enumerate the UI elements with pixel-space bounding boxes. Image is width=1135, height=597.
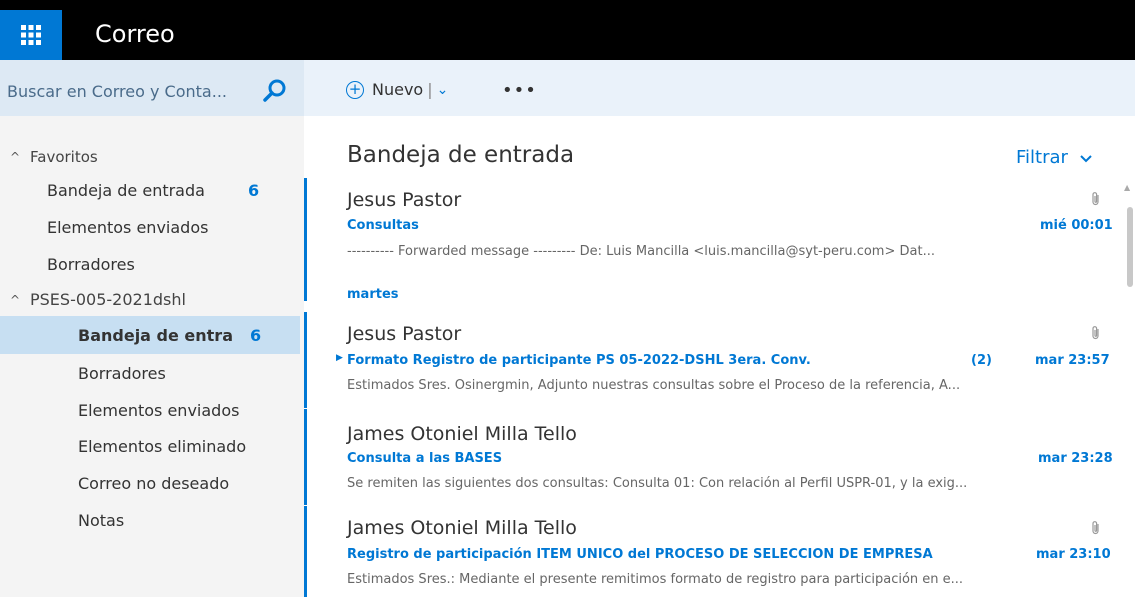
- favorites-header[interactable]: ^ Favoritos: [10, 148, 98, 166]
- sidebar-item-junk[interactable]: Correo no deseado: [78, 474, 229, 493]
- chevron-down-icon[interactable]: ⌄: [437, 82, 449, 98]
- app-title[interactable]: Correo: [95, 20, 175, 48]
- split-separator: |: [427, 80, 433, 99]
- chevron-up-icon[interactable]: ^: [10, 293, 30, 307]
- sidebar-item-notes[interactable]: Notas: [78, 511, 124, 530]
- message-subject[interactable]: Registro de participación ITEM ÚNICO del…: [347, 547, 987, 562]
- new-message-label: Nuevo: [372, 80, 424, 99]
- unread-indicator: [304, 178, 307, 301]
- message-preview[interactable]: Estimados Sres.: Mediante el presente re…: [347, 572, 1059, 587]
- message-time: mar 23:28: [1038, 451, 1113, 466]
- plus-circle-icon: +: [346, 80, 364, 99]
- message-sender[interactable]: Jesus Pastor: [347, 323, 461, 345]
- sidebar-item-inbox[interactable]: Bandeja de entra: [78, 326, 233, 345]
- message-preview[interactable]: ---------- Forwarded message --------- D…: [347, 244, 1059, 259]
- unread-count-badge: 6: [250, 326, 262, 345]
- message-sender[interactable]: James Otoniel Milla Tello: [347, 423, 577, 445]
- app-launcher-icon[interactable]: [0, 10, 62, 60]
- conversation-count: (2): [971, 353, 992, 368]
- chevron-down-icon: [1079, 147, 1092, 168]
- attachment-icon: [1090, 325, 1102, 345]
- message-preview[interactable]: Se remiten las siguientes dos consultas:…: [347, 476, 1059, 491]
- sidebar-item-favorite-sent[interactable]: Elementos enviados: [47, 218, 208, 237]
- message-subject[interactable]: Formato Registro de participante PS 05-2…: [347, 353, 811, 368]
- search-input[interactable]: Buscar en Correo y Conta...: [7, 82, 227, 101]
- unread-indicator: [304, 409, 307, 505]
- attachment-icon: [1090, 191, 1102, 211]
- filter-button[interactable]: Filtrar: [1016, 147, 1092, 168]
- attachment-icon: [1090, 520, 1102, 540]
- date-group-header: martes: [347, 287, 399, 302]
- message-subject[interactable]: Consultas: [347, 218, 419, 233]
- message-time: mié 00:01: [1040, 218, 1113, 233]
- new-message-button[interactable]: + Nuevo | ⌄: [346, 80, 448, 99]
- sidebar-item-favorite-inbox[interactable]: Bandeja de entrada: [47, 181, 205, 200]
- more-options-button[interactable]: •••: [502, 80, 537, 101]
- filter-label: Filtrar: [1016, 147, 1068, 168]
- unread-count-badge: 6: [248, 181, 260, 200]
- page-title: Bandeja de entrada: [347, 142, 575, 168]
- scroll-up-icon[interactable]: ▲: [1124, 183, 1130, 192]
- favorites-header-label: Favoritos: [30, 148, 98, 166]
- message-sender[interactable]: Jesus Pastor: [347, 189, 461, 211]
- sidebar-item-deleted[interactable]: Elementos eliminado: [78, 437, 246, 456]
- account-header-label: PSES-005-2021dshl: [30, 290, 186, 309]
- scrollbar-thumb[interactable]: [1127, 207, 1133, 287]
- message-sender[interactable]: James Otoniel Milla Tello: [347, 517, 577, 539]
- unread-indicator: [304, 312, 307, 408]
- message-subject[interactable]: Consulta a las BASES: [347, 451, 502, 466]
- message-time: mar 23:10: [1036, 547, 1111, 562]
- sidebar-item-favorite-drafts[interactable]: Borradores: [47, 255, 135, 274]
- message-time: mar 23:57: [1035, 353, 1110, 368]
- chevron-up-icon[interactable]: ^: [10, 150, 30, 164]
- message-preview[interactable]: Estimados Sres. Osinergmin, Adjunto nues…: [347, 378, 1059, 393]
- search-icon[interactable]: [262, 78, 288, 108]
- expand-conversation-icon[interactable]: ▶: [336, 353, 343, 363]
- account-header[interactable]: ^ PSES-005-2021dshl: [10, 290, 186, 309]
- sidebar-item-drafts[interactable]: Borradores: [78, 364, 166, 383]
- unread-indicator: [304, 506, 307, 597]
- sidebar-item-sent[interactable]: Elementos enviados: [78, 401, 239, 420]
